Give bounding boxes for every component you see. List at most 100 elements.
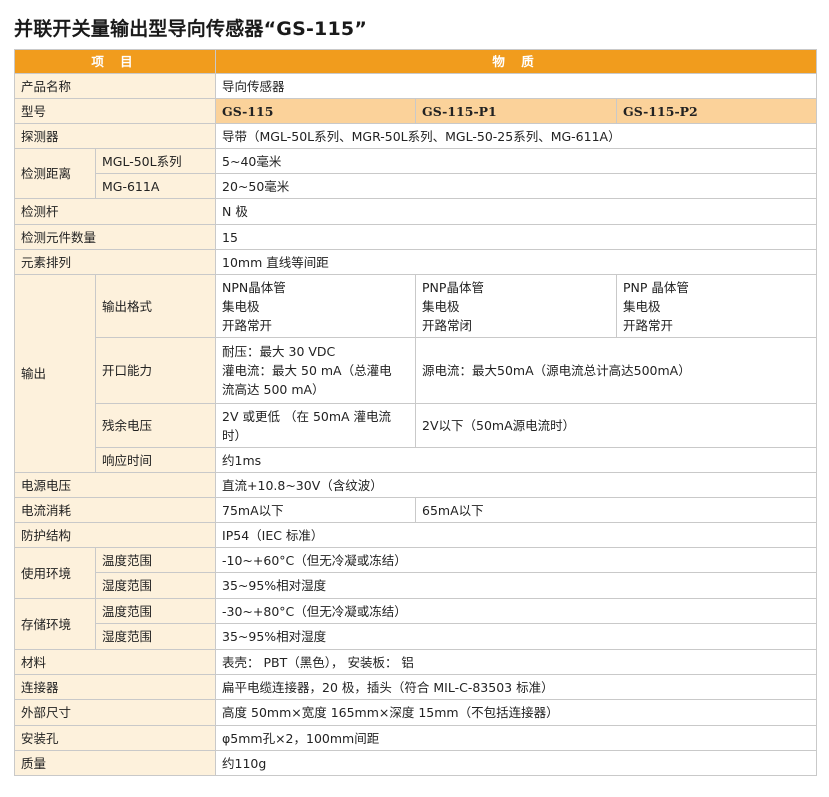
row-output-capacity: 开口能力 耐压：最大 30 VDC 灌电流：最大 50 mA（总灌电 流高达 5…: [15, 337, 818, 404]
row-material: 材料 表壳： PBT（黑色）， 安装板： 铝: [13, 649, 818, 675]
sub-output-format: 输出格式: [94, 274, 217, 338]
row-arrangement: 元素排列 10mm 直线等间距: [13, 249, 818, 275]
sub-use-env-humidity: 湿度范围: [94, 572, 217, 599]
header-row: 项 目 物 质: [13, 49, 818, 74]
row-output-response: 响应时间 约1ms: [15, 447, 818, 473]
row-detector: 探测器 导带（MGL-50L系列、MGR-50L系列、MGL-50-25系列、M…: [13, 123, 818, 149]
row-storage-env-temp: 存储环境 温度范围 -30~+80°C（但无冷凝或冻结）: [14, 598, 818, 650]
row-current: 电流消耗 75mA以下 65mA以下: [13, 497, 818, 523]
format-npn-line: 集电极: [222, 298, 260, 314]
row-storage-env-humidity: 湿度范围 35~95%相对湿度: [15, 623, 818, 650]
row-model: 型号 GS-115 GS-115-P1 GS-115-P2: [13, 98, 818, 124]
row-distance-2: MG-611A 20~50毫米: [15, 173, 818, 199]
format-pnp-no-line: 集电极: [623, 298, 661, 314]
value-material: 表壳： PBT（黑色）， 安装板： 铝: [215, 649, 818, 675]
value-output-response: 约1ms: [215, 447, 818, 473]
value-connector: 扁平电缆连接器，20 极，插头（符合 MIL-C-83503 标准）: [215, 674, 818, 700]
row-rod: 检测杆 N 极: [13, 198, 818, 225]
spec-table: 项 目 物 质 产品名称 导向传感器 型号 GS-115 GS-115-P1 G…: [13, 49, 818, 776]
value-capacity-pnp: 源电流：最大50mA（源电流总计高达500mA）: [415, 337, 818, 404]
value-mounting-hole: φ5mm孔×2，100mm间距: [215, 725, 818, 751]
residual-npn-line: 时）: [222, 427, 248, 443]
value-use-env-humidity: 35~95%相对湿度: [215, 572, 818, 599]
value-protection: IP54（IEC 标准）: [215, 522, 818, 548]
value-residual-npn: 2V 或更低 （在 50mA 灌电流 时）: [215, 403, 417, 448]
row-element-count: 检测元件数量 15: [13, 224, 818, 250]
capacity-npn-line: 灌电流：最大 50 mA（总灌电: [222, 363, 392, 378]
label-model: 型号: [13, 98, 217, 124]
row-product-name: 产品名称 导向传感器: [13, 73, 818, 99]
label-element-count: 检测元件数量: [13, 224, 217, 250]
format-pnp-no-line: 开路常开: [623, 317, 674, 333]
value-rod: N 极: [215, 198, 818, 225]
sub-distance-mg611: MG-611A: [94, 173, 217, 199]
value-current-pnp: 65mA以下: [415, 497, 818, 523]
row-protection: 防护结构 IP54（IEC 标准）: [13, 522, 818, 548]
model-gs-115-p2: GS-115-P2: [616, 98, 818, 124]
value-residual-pnp: 2V以下（50mA源电流时）: [415, 403, 818, 448]
header-property: 物 质: [215, 49, 818, 74]
value-format-pnp-nc: PNP晶体管 集电极 开路常闭: [415, 274, 618, 338]
sub-storage-env-temp: 温度范围: [94, 598, 217, 624]
label-product-name: 产品名称: [13, 73, 217, 99]
value-element-count: 15: [215, 224, 818, 250]
label-rod: 检测杆: [13, 198, 217, 225]
row-dimensions: 外部尺寸 高度 50mm×宽度 165mm×深度 15mm（不包括连接器）: [13, 699, 818, 726]
label-use-env: 使用环境: [14, 547, 96, 599]
capacity-npn-line: 耐压：最大 30 VDC: [222, 344, 336, 359]
row-supply-voltage: 电源电压 直流+10.8~30V（含纹波）: [13, 472, 818, 498]
label-arrangement: 元素排列: [13, 249, 217, 275]
label-current: 电流消耗: [13, 497, 217, 523]
label-output: 输出: [14, 274, 96, 473]
row-output-format: 输出 输出格式 NPN晶体管 集电极 开路常开 PNP晶体管 集电极 开路常闭 …: [14, 274, 818, 473]
value-distance-mgl: 5~40毫米: [215, 148, 818, 174]
sub-output-residual: 残余电压: [94, 403, 217, 448]
format-npn-line: NPN晶体管: [222, 279, 286, 295]
row-distance-1: 检测距离 MGL-50L系列 5~40毫米: [14, 148, 818, 199]
row-mass: 质量 约110g: [13, 750, 818, 776]
sub-use-env-temp: 温度范围: [94, 547, 217, 573]
value-current-npn: 75mA以下: [215, 497, 417, 523]
label-material: 材料: [13, 649, 217, 675]
row-use-env-humidity: 湿度范围 35~95%相对湿度: [15, 572, 818, 599]
value-use-env-temp: -10~+60°C（但无冷凝或冻结）: [215, 547, 818, 573]
value-product-name: 导向传感器: [215, 73, 818, 99]
format-pnp-nc-line: PNP晶体管: [422, 279, 484, 295]
label-mass: 质量: [13, 750, 217, 776]
value-dimensions: 高度 50mm×宽度 165mm×深度 15mm（不包括连接器）: [215, 699, 818, 726]
page-title: 并联开关量输出型导向传感器“GS-115”: [14, 18, 368, 40]
sub-storage-env-humidity: 湿度范围: [94, 623, 217, 650]
label-supply-voltage: 电源电压: [13, 472, 217, 498]
row-use-env-temp: 使用环境 温度范围 -10~+60°C（但无冷凝或冻结）: [14, 547, 818, 599]
label-protection: 防护结构: [13, 522, 217, 548]
format-pnp-nc-line: 集电极: [422, 298, 460, 314]
value-storage-env-humidity: 35~95%相对湿度: [215, 623, 818, 650]
value-format-pnp-no: PNP 晶体管 集电极 开路常开: [616, 274, 818, 338]
label-storage-env: 存储环境: [14, 598, 96, 650]
value-arrangement: 10mm 直线等间距: [215, 249, 818, 275]
header-item: 项 目: [13, 49, 217, 74]
sub-output-response: 响应时间: [94, 447, 217, 473]
row-output-residual: 残余电压 2V 或更低 （在 50mA 灌电流 时） 2V以下（50mA源电流时…: [15, 403, 818, 448]
format-pnp-nc-line: 开路常闭: [422, 317, 473, 333]
row-mounting-hole: 安装孔 φ5mm孔×2，100mm间距: [13, 725, 818, 751]
residual-npn-line: 2V 或更低 （在 50mA 灌电流: [222, 408, 392, 424]
model-gs-115-p1: GS-115-P1: [415, 98, 618, 124]
model-gs-115: GS-115: [215, 98, 417, 124]
label-detector: 探测器: [13, 123, 217, 149]
label-distance: 检测距离: [14, 148, 96, 199]
label-connector: 连接器: [13, 674, 217, 700]
value-detector: 导带（MGL-50L系列、MGR-50L系列、MGL-50-25系列、MG-61…: [215, 123, 818, 149]
row-connector: 连接器 扁平电缆连接器，20 极，插头（符合 MIL-C-83503 标准）: [13, 674, 818, 700]
sub-output-capacity: 开口能力: [94, 337, 217, 404]
capacity-npn-line: 流高达 500 mA）: [222, 382, 325, 397]
format-npn-line: 开路常开: [222, 317, 273, 333]
value-format-npn: NPN晶体管 集电极 开路常开: [215, 274, 417, 338]
sub-distance-mgl: MGL-50L系列: [94, 148, 217, 174]
label-dimensions: 外部尺寸: [13, 699, 217, 726]
label-mounting-hole: 安装孔: [13, 725, 217, 751]
format-pnp-no-line: PNP 晶体管: [623, 279, 689, 295]
value-distance-mg611: 20~50毫米: [215, 173, 818, 199]
value-mass: 约110g: [215, 750, 818, 776]
value-supply-voltage: 直流+10.8~30V（含纹波）: [215, 472, 818, 498]
